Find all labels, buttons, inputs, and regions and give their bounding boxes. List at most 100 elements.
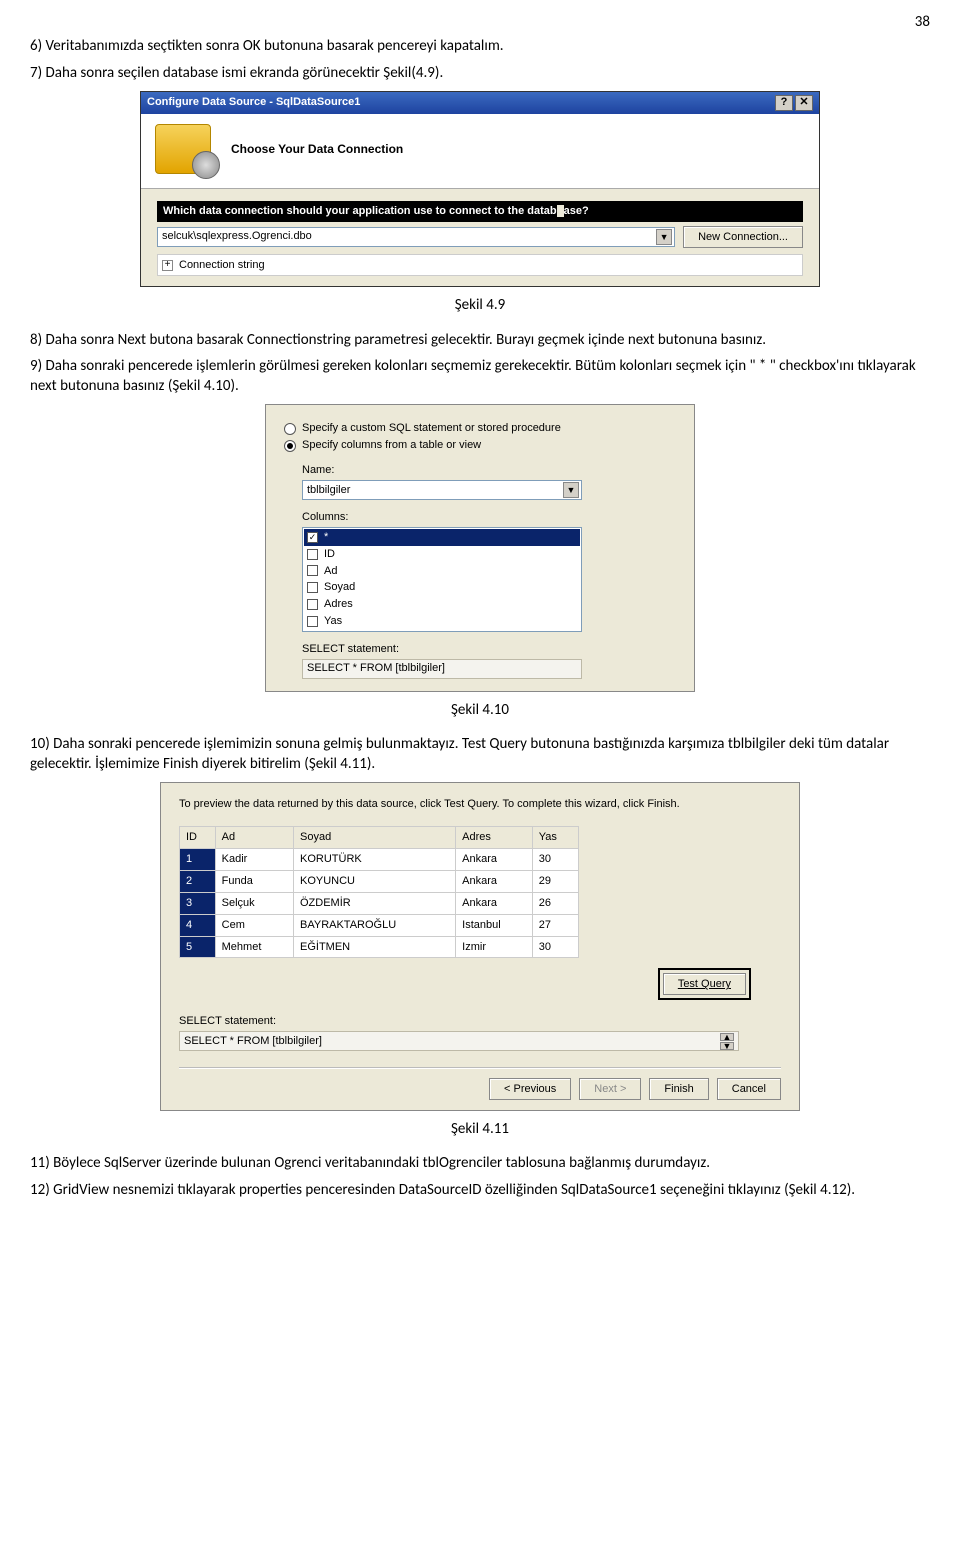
radio-specify-columns[interactable]: Specify columns from a table or view [284, 438, 676, 453]
question-part-a: Which data connection should your applic… [163, 205, 557, 217]
step-6: 6) Veritabanımızda seçtikten sonra OK bu… [30, 36, 930, 56]
table-cell: BAYRAKTAROĞLU [294, 914, 456, 936]
checkbox-icon[interactable] [307, 582, 318, 593]
col-soyad[interactable]: Soyad [294, 827, 456, 849]
table-cell: ÖZDEMİR [294, 892, 456, 914]
table-cell: Ankara [456, 849, 533, 871]
radio-custom-sql[interactable]: Specify a custom SQL statement or stored… [284, 421, 676, 436]
table-name-value: tblbilgiler [307, 483, 350, 498]
step-11: 11) Böylece SqlServer üzerinde bulunan O… [30, 1153, 930, 1173]
spinner-buttons[interactable]: ▲ ▼ [720, 1033, 734, 1050]
column-label: Soyad [324, 580, 355, 595]
column-label: Yas [324, 614, 342, 629]
table-cell: Istanbul [456, 914, 533, 936]
column-item-adres[interactable]: Adres [304, 596, 580, 613]
page-number: 38 [30, 12, 930, 32]
question-part-b: ase? [564, 205, 589, 217]
col-ad[interactable]: Ad [215, 827, 293, 849]
columns-listbox[interactable]: ✓ * ID Ad Soyad Adres Yas [302, 527, 582, 632]
table-row[interactable]: 5MehmetEĞİTMENIzmir30 [180, 936, 579, 958]
checkbox-icon[interactable] [307, 565, 318, 576]
table-name-dropdown[interactable]: tblbilgiler ▼ [302, 480, 582, 500]
col-adres[interactable]: Adres [456, 827, 533, 849]
chevron-down-icon: ▼ [656, 229, 672, 245]
new-connection-button[interactable]: New Connection... [683, 226, 803, 248]
table-row[interactable]: 3SelçukÖZDEMİRAnkara26 [180, 892, 579, 914]
column-label: Ad [324, 564, 337, 579]
preview-table: ID Ad Soyad Adres Yas 1KadirKORUTÜRKAnka… [179, 826, 579, 958]
database-icon [155, 124, 211, 174]
table-cell: 3 [180, 892, 216, 914]
radio-specify-columns-label: Specify columns from a table or view [302, 438, 481, 453]
step-9: 9) Daha sonraki pencerede işlemlerin gör… [30, 356, 930, 397]
step-8: 8) Daha sonra Next butona basarak Connec… [30, 330, 930, 350]
select-statement-field: SELECT * FROM [tblbilgiler] ▲ ▼ [179, 1031, 739, 1051]
table-cell: Cem [215, 914, 293, 936]
cancel-button[interactable]: Cancel [717, 1078, 781, 1100]
table-cell: KORUTÜRK [294, 849, 456, 871]
column-label: Adres [324, 597, 353, 612]
test-query-highlight: Test Query [658, 968, 751, 1000]
table-cell: Selçuk [215, 892, 293, 914]
table-cell: 27 [532, 914, 578, 936]
table-cell: EĞİTMEN [294, 936, 456, 958]
finish-button[interactable]: Finish [649, 1078, 708, 1100]
test-query-instruction: To preview the data returned by this dat… [179, 797, 781, 812]
configure-data-source-dialog: Configure Data Source - SqlDataSource1 ?… [140, 91, 820, 288]
column-item-soyad[interactable]: Soyad [304, 579, 580, 596]
col-id[interactable]: ID [180, 827, 216, 849]
previous-button[interactable]: < Previous [489, 1078, 571, 1100]
table-cell: Izmir [456, 936, 533, 958]
connection-string-label: Connection string [179, 258, 265, 273]
table-row[interactable]: 2FundaKOYUNCUAnkara29 [180, 871, 579, 893]
column-label: * [324, 530, 328, 545]
wizard-heading: Choose Your Data Connection [231, 141, 403, 157]
table-cell: 26 [532, 892, 578, 914]
figure-4-9-caption: Şekil 4.9 [30, 295, 930, 315]
table-cell: 30 [532, 849, 578, 871]
checkbox-icon[interactable]: ✓ [307, 532, 318, 543]
radio-icon [284, 440, 296, 452]
table-cell: 1 [180, 849, 216, 871]
table-cell: 2 [180, 871, 216, 893]
column-item-star[interactable]: ✓ * [304, 529, 580, 546]
checkbox-icon[interactable] [307, 599, 318, 610]
table-cell: Kadir [215, 849, 293, 871]
checkbox-icon[interactable] [307, 549, 318, 560]
connection-dropdown-value: selcuk\sqlexpress.Ogrenci.dbo [162, 229, 312, 244]
select-statement-field: SELECT * FROM [tblbilgiler] [302, 659, 582, 679]
expand-icon[interactable]: + [162, 260, 173, 271]
figure-4-11-caption: Şekil 4.11 [30, 1119, 930, 1139]
help-button[interactable]: ? [775, 95, 793, 111]
step-7: 7) Daha sonra seçilen database ismi ekra… [30, 63, 930, 83]
table-header-row: ID Ad Soyad Adres Yas [180, 827, 579, 849]
select-statement-label: SELECT statement: [179, 1014, 781, 1029]
separator [179, 1067, 781, 1068]
table-cell: Ankara [456, 892, 533, 914]
table-cell: Ankara [456, 871, 533, 893]
test-query-button[interactable]: Test Query [663, 973, 746, 995]
radio-custom-sql-label: Specify a custom SQL statement or stored… [302, 421, 561, 436]
chevron-down-icon[interactable]: ▼ [720, 1042, 734, 1050]
figure-4-10-caption: Şekil 4.10 [30, 700, 930, 720]
table-cell: 30 [532, 936, 578, 958]
col-yas[interactable]: Yas [532, 827, 578, 849]
next-button: Next > [579, 1078, 641, 1100]
column-item-yas[interactable]: Yas [304, 613, 580, 630]
connection-dropdown[interactable]: selcuk\sqlexpress.Ogrenci.dbo ▼ [157, 227, 675, 247]
table-row[interactable]: 1KadirKORUTÜRKAnkara30 [180, 849, 579, 871]
select-columns-dialog: Specify a custom SQL statement or stored… [265, 404, 695, 691]
column-item-id[interactable]: ID [304, 546, 580, 563]
select-statement-label: SELECT statement: [302, 642, 676, 657]
radio-icon [284, 423, 296, 435]
step-12: 12) GridView nesnemizi tıklayarak proper… [30, 1180, 930, 1200]
column-item-ad[interactable]: Ad [304, 563, 580, 580]
column-label: ID [324, 547, 335, 562]
checkbox-icon[interactable] [307, 616, 318, 627]
connection-question: Which data connection should your applic… [157, 201, 803, 222]
chevron-down-icon: ▼ [563, 482, 579, 498]
connection-string-row[interactable]: + Connection string [157, 254, 803, 277]
close-button[interactable]: ✕ [795, 95, 813, 111]
table-row[interactable]: 4CemBAYRAKTAROĞLUIstanbul27 [180, 914, 579, 936]
table-cell: Funda [215, 871, 293, 893]
